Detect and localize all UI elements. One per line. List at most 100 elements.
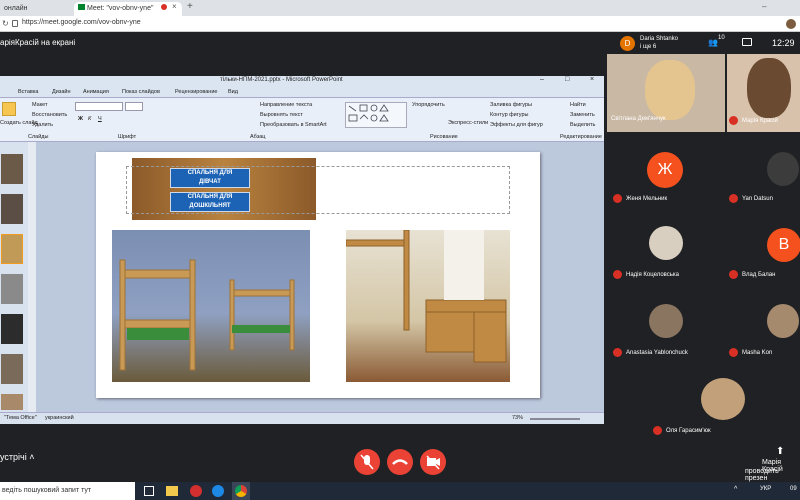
avatar [649,226,683,260]
avatar [767,152,799,186]
new-slide-icon[interactable] [2,102,16,116]
opera-icon[interactable] [190,485,202,497]
font-size-input[interactable] [125,102,143,111]
para-group-label: Абзац [250,134,266,140]
participant-name: Yan Datsun [729,194,773,203]
participant-tile[interactable]: Masha Kon [727,290,800,360]
profile-avatar[interactable] [786,19,796,29]
arrange-button[interactable]: Упорядочить [412,102,445,108]
powerpoint-window: тільки-НПМ-2021.pptx - Microsoft PowerPo… [0,76,604,424]
layout-button[interactable]: Макет [32,102,48,108]
people-icon[interactable]: 👥 [708,38,718,47]
tab-slideshow[interactable]: Показ слайдов [122,89,160,95]
end-call-button[interactable] [387,449,413,475]
new-tab-icon[interactable]: + [187,1,193,12]
slide-thumbnail[interactable] [1,154,23,184]
font-name-input[interactable] [75,102,123,111]
slide-thumbnail[interactable] [1,194,23,224]
input-language[interactable]: УКР [760,486,771,492]
tab-view[interactable]: Вид [228,89,238,95]
participant-tile[interactable]: В Влад Балан [727,212,800,282]
close-icon[interactable]: × [590,76,594,83]
meet-top-bar: аріяКрасій на екрані D Daria Shtanko і щ… [0,32,800,54]
task-view-icon[interactable] [144,486,154,496]
placeholder-box[interactable] [126,166,510,214]
reload-icon[interactable]: ↻ [2,19,9,28]
address-bar: ↻ https://meet.google.com/vov-obnv-yne [0,16,800,32]
participant-tile[interactable]: Anastasia Yablonchuck [607,290,725,360]
theme-name: "Тема Office" [4,415,37,421]
slide-thumbnail[interactable] [1,354,23,384]
ribbon: Создать слайд Макет Восстановить Удалить… [0,98,604,142]
search-placeholder: ведіть пошуковий запит тут [2,487,92,494]
tab-design[interactable]: Дизайн [52,89,71,95]
avatar [701,378,745,420]
shape-effects-button[interactable]: Эффекты для фигур [490,122,543,128]
avatar: Ж [647,152,683,188]
tab-insert[interactable]: Вставка [18,89,38,95]
mic-off-icon [729,194,738,203]
shapes-gallery[interactable] [345,102,407,128]
italic-icon[interactable]: К [88,116,91,122]
underline-icon[interactable]: Ч [98,116,102,122]
ppt-title-bar: тільки-НПМ-2021.pptx - Microsoft PowerPo… [0,76,604,86]
tab-review[interactable]: Рецензирование [175,89,217,95]
recording-dot-icon [161,4,167,10]
quick-styles-button[interactable]: Экспресс-стили [448,120,488,126]
align-text-button[interactable]: Выровнять текст [260,112,303,118]
mic-toggle-button[interactable] [354,449,380,475]
participant-name: Anastasia Yablonchuck [613,348,688,357]
video-feed [747,58,791,118]
url-field[interactable]: https://meet.google.com/vov-obnv-yne [22,19,141,26]
select-button[interactable]: Выделить [570,122,595,128]
mic-off-icon [653,426,662,435]
reset-button[interactable]: Восстановить [32,112,67,118]
camera-toggle-button[interactable] [420,449,446,475]
presenting-banner: аріяКрасій на екрані [0,38,76,47]
meeting-details-button[interactable]: устрічі ˄ [0,452,35,462]
slide-thumbnail[interactable] [1,234,23,264]
close-tab-icon[interactable]: × [172,2,177,11]
delete-button[interactable]: Удалить [32,122,53,128]
slide-thumbnail[interactable] [1,394,23,410]
participant-tile[interactable]: Надія Коцеловська [607,212,725,282]
find-button[interactable]: Найти [570,102,586,108]
video-feed [645,60,695,120]
slide-thumbnail[interactable] [1,274,23,304]
bold-icon[interactable]: Ж [78,116,83,122]
present-icon[interactable]: ⬆ [776,446,784,457]
avatar [649,304,683,338]
zoom-slider[interactable] [530,418,580,420]
chrome-taskbar-button[interactable] [232,482,250,500]
smartart-button[interactable]: Преобразовать в SmartArt [260,122,327,128]
minimize-icon[interactable]: – [762,2,766,11]
participant-tile[interactable]: Марія Красій [727,54,800,132]
maximize-icon[interactable]: □ [565,76,569,83]
replace-button[interactable]: Заменить [570,112,595,118]
scrollbar[interactable] [28,142,36,412]
taskbar-clock[interactable]: 09 [790,486,797,492]
chevron-up-icon[interactable]: ^ [734,486,737,493]
participant-tile[interactable]: Ж Женя Мельник [607,136,725,206]
tab-animation[interactable]: Анимация [83,89,109,95]
minimize-icon[interactable]: – [540,76,544,83]
shape-fill-button[interactable]: Заливка фигуры [490,102,532,108]
chat-icon[interactable] [742,38,752,46]
slide-thumbnail[interactable] [1,314,23,344]
participant-tile[interactable]: Світлана Дем'янчук [607,54,725,132]
participant-tile[interactable]: Yan Datsun [727,136,800,206]
edge-icon[interactable] [212,485,224,497]
mic-off-icon [613,194,622,203]
participants-count: 10 [718,35,725,41]
text-direction-button[interactable]: Направление текста [260,102,312,108]
ppt-title: тільки-НПМ-2021.pptx - Microsoft PowerPo… [220,77,343,83]
photo-bedroom-right [345,229,510,382]
taskbar-search[interactable]: ведіть пошуковий запит тут [0,482,135,500]
ribbon-tabs: Вставка Дизайн Анимация Показ слайдов Ре… [0,86,604,98]
participant-name: Женя Мельник [613,194,667,203]
participant-tile[interactable]: Оля Гарасим'юк [645,372,785,442]
shape-outline-button[interactable]: Контур фигуры [490,112,528,118]
explorer-icon[interactable] [166,486,178,496]
edit-group-label: Редактирование [560,134,602,140]
tab-online[interactable]: онлайн [0,2,70,16]
